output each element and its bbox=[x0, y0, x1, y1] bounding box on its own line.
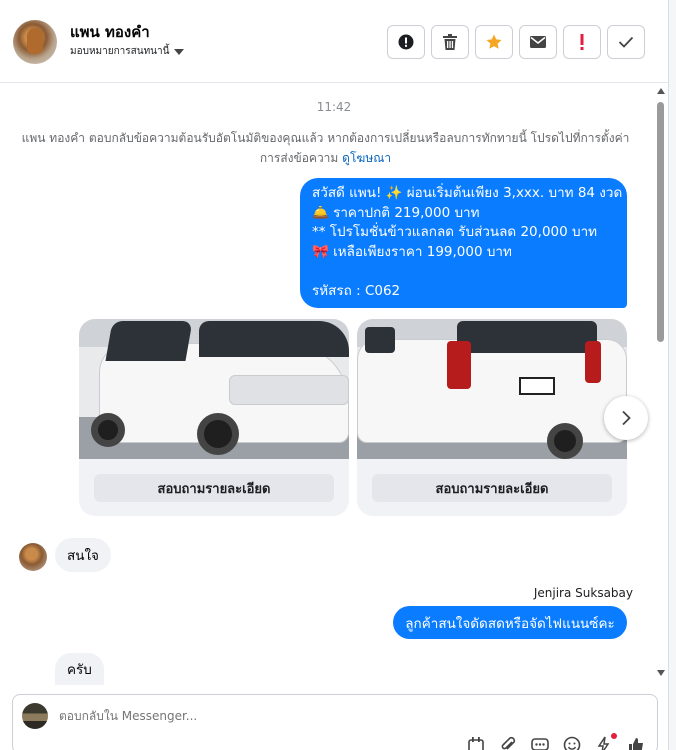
message-line bbox=[312, 262, 617, 282]
message-timestamp: 11:42 bbox=[316, 100, 352, 114]
saved-replies-button[interactable] bbox=[467, 736, 487, 750]
message-line: รหัสรถ : C062 bbox=[312, 282, 401, 299]
smiley-icon bbox=[563, 736, 581, 750]
reply-input[interactable] bbox=[59, 709, 459, 723]
header-actions bbox=[387, 25, 645, 59]
product-card: สอบถามรายละเอียด bbox=[357, 319, 627, 516]
paperclip-icon bbox=[501, 736, 516, 750]
scroll-down-arrow-icon[interactable] bbox=[657, 670, 665, 676]
bolt-icon bbox=[597, 736, 610, 750]
incoming-message-bubble: สนใจ bbox=[55, 538, 111, 572]
notification-dot bbox=[611, 733, 617, 739]
exclamation-icon bbox=[580, 34, 584, 50]
calendar-icon bbox=[468, 737, 484, 750]
message-line: 🛎️ ราคาปกติ 219,000 บาท bbox=[312, 204, 480, 221]
messenger-conversation-panel: แพน ทองคำ มอบหมายการสนทนานี้ 11:42 แพน ท… bbox=[0, 0, 676, 750]
mark-spam-button[interactable] bbox=[387, 25, 425, 59]
reply-composer bbox=[12, 694, 658, 750]
mail-icon bbox=[530, 36, 546, 48]
thumbs-up-icon bbox=[629, 738, 643, 750]
delete-button[interactable] bbox=[431, 25, 469, 59]
outgoing-message-bubble: ลูกค้าสนใจดัดสดหรือจัดไฟแนนซ์คะ bbox=[393, 606, 627, 639]
star-icon bbox=[486, 34, 502, 49]
message-line: ** โปรโมชั่นข้าวแลกลด รับส่วนลด 20,000 บ… bbox=[312, 224, 598, 240]
scroll-thumb[interactable] bbox=[657, 102, 664, 342]
auto-reply-notice: แพน ทองคำ ตอบกลับข้อความต้อนรับอัตโนมัติ… bbox=[18, 128, 633, 168]
panel-edge bbox=[668, 0, 676, 750]
conversation-scrollbar[interactable] bbox=[655, 88, 667, 680]
outgoing-message-bubble: สวัสดี แพน! ✨ ผ่อนเริ่มต้นเพียง 3,xxx. บ… bbox=[300, 178, 627, 308]
alert-circle-icon bbox=[398, 34, 414, 50]
product-card: สอบถามรายละเอียด bbox=[79, 319, 349, 516]
contact-avatar-small bbox=[19, 543, 47, 571]
car-front-photo bbox=[79, 319, 349, 459]
chevron-right-icon bbox=[622, 410, 631, 426]
page-avatar bbox=[22, 703, 48, 729]
star-button[interactable] bbox=[475, 25, 513, 59]
mark-done-button[interactable] bbox=[607, 25, 645, 59]
incoming-message-bubble: ครับ bbox=[55, 653, 104, 685]
chat-options-button[interactable] bbox=[531, 736, 551, 750]
message-line: 🎀 เหลือเพียงราคา 199,000 บาท bbox=[312, 243, 512, 260]
message-line: สวัสดี แพน! ✨ ผ่อนเริ่มต้นเพียง 3,xxx. บ… bbox=[312, 185, 623, 201]
view-ad-link[interactable]: ดูโฆษณา bbox=[342, 151, 391, 165]
contact-name[interactable]: แพน ทองคำ bbox=[70, 20, 150, 44]
mark-unread-button[interactable] bbox=[519, 25, 557, 59]
caret-down-icon bbox=[174, 48, 185, 55]
assign-conversation-dropdown[interactable]: มอบหมายการสนทนานี้ bbox=[70, 44, 185, 59]
mark-important-button[interactable] bbox=[563, 25, 601, 59]
conversation-header: แพน ทองคำ มอบหมายการสนทนานี้ bbox=[0, 0, 668, 83]
car-rear-photo bbox=[357, 319, 627, 459]
attach-button[interactable] bbox=[499, 736, 519, 750]
sender-name: Jenjira Suksabay bbox=[533, 586, 633, 600]
ask-details-button[interactable]: สอบถามรายละเอียด bbox=[372, 474, 612, 502]
automation-button[interactable] bbox=[595, 733, 617, 750]
contact-avatar[interactable] bbox=[13, 20, 57, 64]
assign-label: มอบหมายการสนทนานี้ bbox=[70, 46, 170, 57]
chat-bubble-icon bbox=[531, 738, 549, 750]
notice-text: แพน ทองคำ ตอบกลับข้อความต้อนรับอัตโนมัติ… bbox=[21, 131, 630, 165]
emoji-button[interactable] bbox=[563, 736, 583, 750]
check-icon bbox=[618, 36, 634, 48]
like-button[interactable] bbox=[627, 736, 647, 750]
ask-details-button[interactable]: สอบถามรายละเอียด bbox=[94, 474, 334, 502]
trash-icon bbox=[443, 34, 457, 50]
composer-tools bbox=[467, 733, 647, 750]
carousel-next-button[interactable] bbox=[604, 396, 648, 440]
scroll-up-arrow-icon[interactable] bbox=[657, 88, 665, 94]
